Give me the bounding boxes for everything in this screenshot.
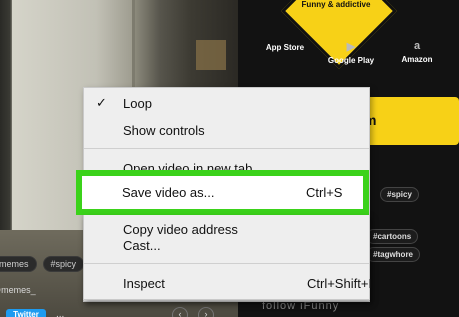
more-button[interactable]: ... [56, 309, 64, 317]
twitter-button[interactable]: Twitter [6, 309, 46, 317]
google-play-link[interactable]: ▶ Google Play [322, 40, 380, 65]
next-button[interactable]: › [198, 307, 214, 317]
store-links: App Store ▶ Google Play a Amazon [256, 40, 446, 65]
context-menu-lower: Copy video address Cast... Inspect Ctrl+… [83, 215, 373, 300]
video-tags: #memes #spicy [0, 256, 85, 272]
menu-item-show-controls[interactable]: Show controls [84, 120, 369, 142]
tag-cartoons[interactable]: #cartoons [366, 229, 419, 244]
tag-memes[interactable]: #memes [0, 256, 37, 272]
promo-button[interactable]: m [356, 97, 459, 145]
google-play-icon: ▶ [346, 41, 356, 53]
menu-item-label: Loop [123, 96, 152, 111]
menu-separator [84, 263, 369, 264]
prev-button[interactable]: ‹ [172, 307, 188, 317]
menu-item-shortcut: Ctrl+S [306, 185, 343, 200]
store-label: Google Play [327, 56, 375, 65]
tag-spicy[interactable]: #spicy [42, 256, 85, 272]
menu-item-loop[interactable]: ✓ Loop [84, 93, 369, 115]
store-label: App Store [265, 43, 305, 52]
username[interactable]: @memes_ [0, 285, 36, 295]
brand-tagline: Funny & addictive [301, 0, 371, 9]
background-object [196, 40, 226, 70]
tag-spicy[interactable]: #spicy [380, 187, 419, 202]
amazon-link[interactable]: a Amazon [388, 40, 446, 65]
tag-tagwhore[interactable]: #tagwhore [366, 247, 421, 262]
highlighted-menu-item-save-video[interactable]: Save video as... Ctrl+S [76, 170, 369, 215]
store-label: Amazon [401, 55, 433, 64]
app-store-link[interactable]: App Store [256, 40, 314, 65]
check-icon: ✓ [96, 95, 107, 110]
menu-item-inspect[interactable]: Inspect Ctrl+Shift+I [84, 273, 373, 295]
menu-item-label: Cast... [123, 238, 161, 253]
menu-item-cast[interactable]: Cast... [84, 235, 369, 257]
menu-item-label: Save video as... [122, 185, 215, 200]
amazon-icon: a [413, 40, 421, 52]
share-bar: Twitter ... ‹ › [0, 303, 238, 317]
menu-item-label: Inspect [123, 276, 165, 291]
menu-item-label: Show controls [123, 123, 205, 138]
menu-separator [84, 148, 369, 149]
menu-item-shortcut: Ctrl+Shift+I [307, 276, 373, 291]
